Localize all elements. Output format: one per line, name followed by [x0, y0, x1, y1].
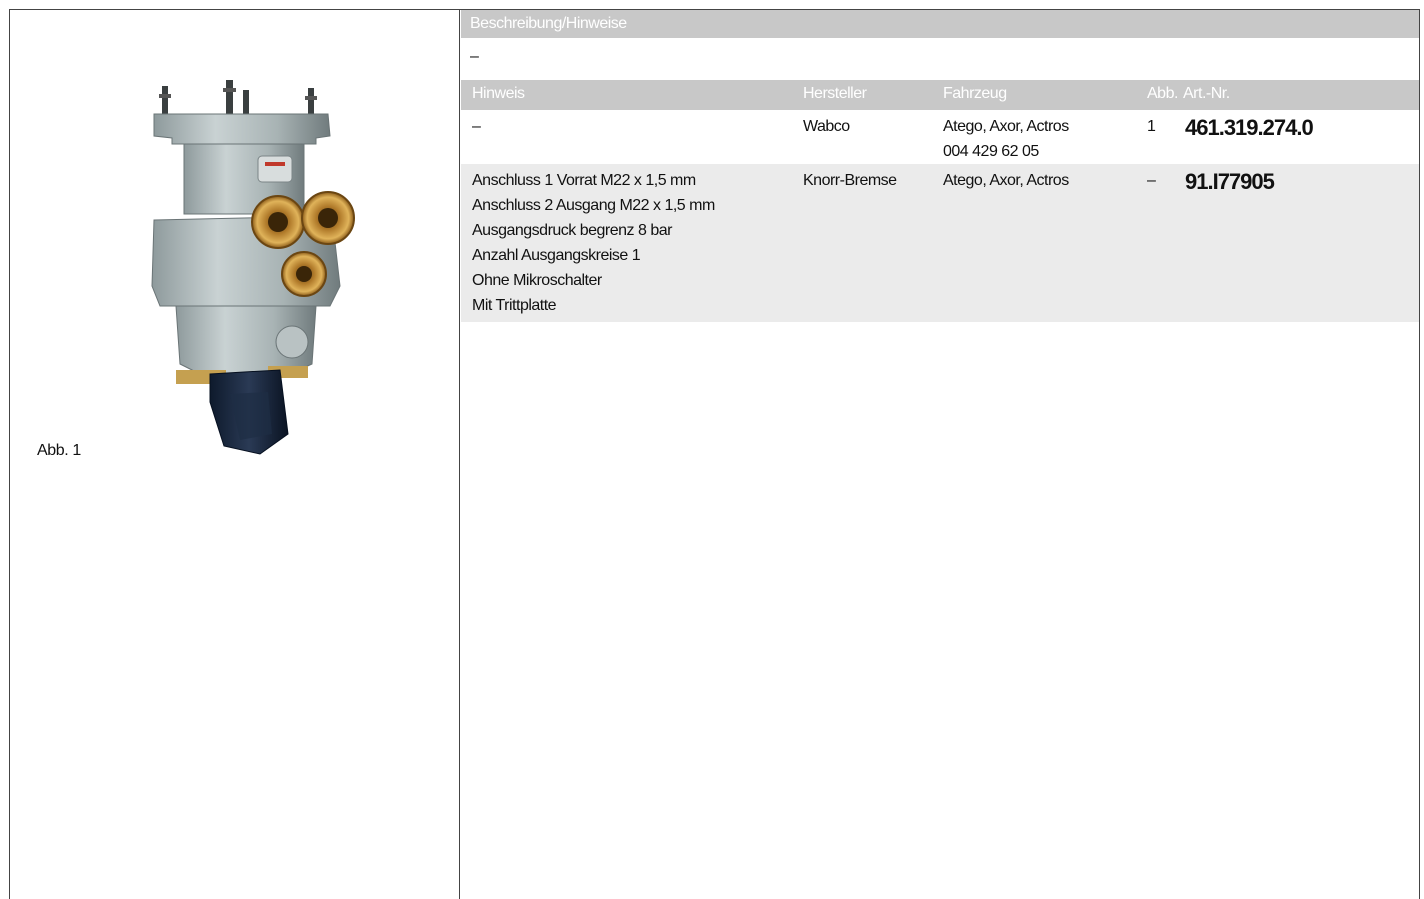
- article-number: 91.I77905: [1185, 169, 1275, 194]
- col-header-hersteller: Hersteller: [803, 85, 867, 102]
- row-fahrzeug: Atego, Axor, Actros: [943, 168, 1069, 193]
- hinweis-line: Mit Trittplatte: [472, 297, 557, 314]
- row-artnr: 91.I77905: [1185, 168, 1275, 196]
- row-abb: 1: [1147, 118, 1156, 135]
- fahrzeug-line: Atego, Axor, Actros: [943, 172, 1069, 189]
- row-hinweis: –: [472, 114, 481, 139]
- row-hersteller: Knorr-Bremse: [803, 172, 897, 189]
- table-row: Anschluss 1 Vorrat M22 x 1,5 mm Anschlus…: [461, 164, 1419, 322]
- row-hersteller: Wabco: [803, 118, 850, 135]
- row-abb: –: [1147, 172, 1156, 189]
- col-header-artnr: Art.-Nr.: [1183, 85, 1230, 102]
- description-value: –: [470, 48, 479, 65]
- hinweis-line: Anzahl Ausgangskreise 1: [472, 247, 641, 264]
- col-header-fahrzeug: Fahrzeug: [943, 85, 1007, 102]
- hinweis-line: Anschluss 2 Ausgang M22 x 1,5 mm: [472, 197, 715, 214]
- figure-caption: Abb. 1: [37, 442, 81, 459]
- article-number: 461.319.274.0: [1185, 115, 1314, 140]
- foot-brake-valve-photo: [151, 80, 355, 455]
- hinweis-line: –: [472, 118, 481, 135]
- hinweis-line: Ohne Mikroschalter: [472, 272, 602, 289]
- figure-panel: Abb. 1: [10, 10, 460, 899]
- fahrzeug-line: Atego, Axor, Actros: [943, 118, 1069, 135]
- description-header: Beschreibung/Hinweise: [461, 10, 1419, 38]
- table-row: – Wabco Atego, Axor, Actros 004 429 62 0…: [461, 110, 1419, 164]
- col-header-hinweis: Hinweis: [472, 85, 525, 102]
- row-artnr: 461.319.274.0: [1185, 114, 1314, 142]
- col-header-abb: Abb.: [1147, 85, 1178, 102]
- hinweis-line: Ausgangsdruck begrenz 8 bar: [472, 222, 672, 239]
- row-fahrzeug: Atego, Axor, Actros 004 429 62 05: [943, 114, 1069, 164]
- hinweis-line: Anschluss 1 Vorrat M22 x 1,5 mm: [472, 172, 696, 189]
- details-panel: Beschreibung/Hinweise – Hinweis Herstell…: [461, 10, 1419, 899]
- table-header: Hinweis Hersteller Fahrzeug Abb. Art.-Nr…: [461, 80, 1419, 110]
- fahrzeug-line: 004 429 62 05: [943, 143, 1039, 160]
- row-hinweis: Anschluss 1 Vorrat M22 x 1,5 mm Anschlus…: [472, 168, 715, 318]
